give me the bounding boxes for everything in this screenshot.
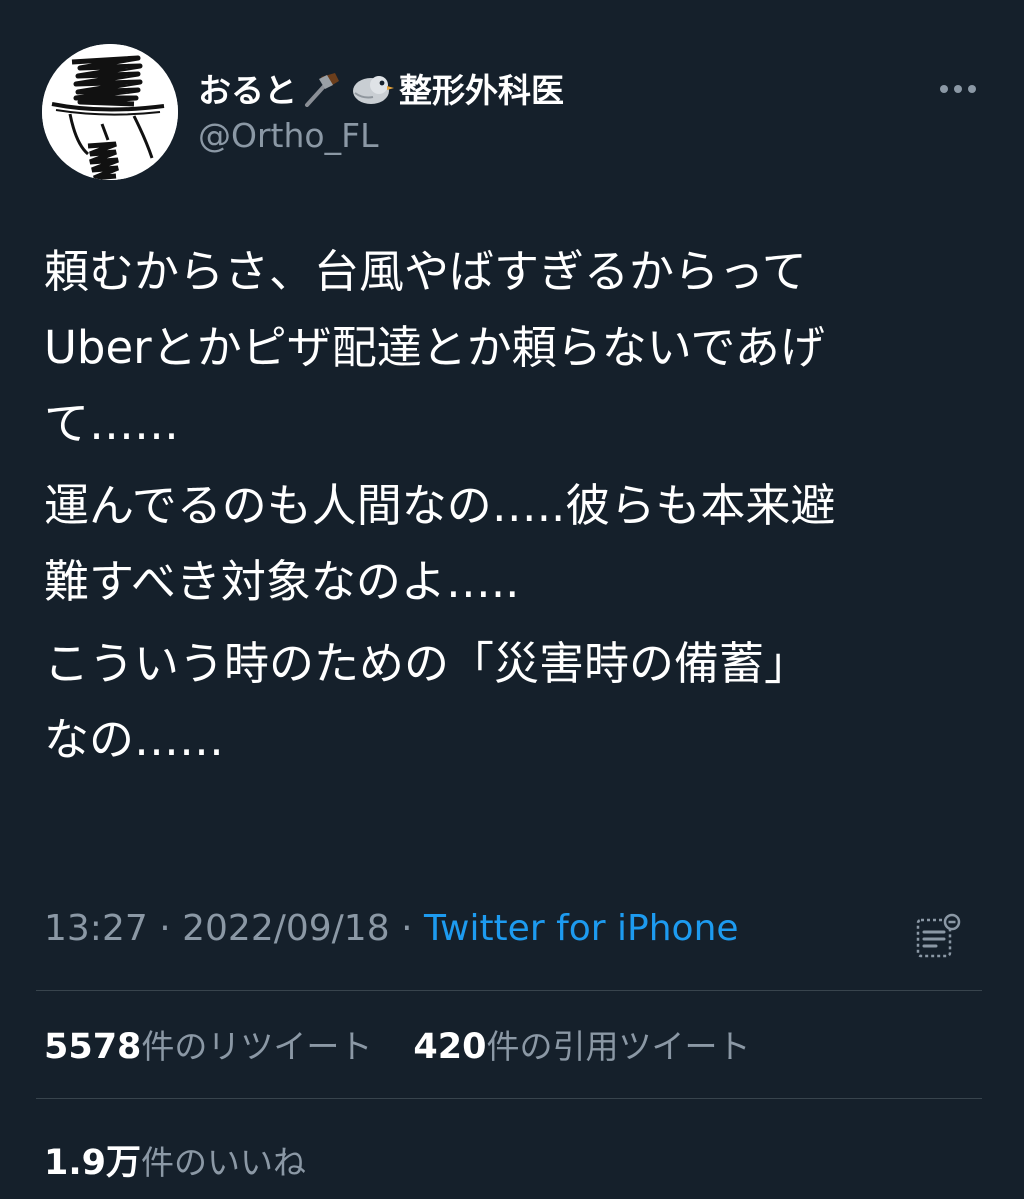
tweet-paragraph: こういう時のための「災害時の備蓄」 なの…… xyxy=(44,637,810,766)
author-handle[interactable]: @Ortho_FL xyxy=(198,116,378,155)
analytics-icon[interactable] xyxy=(914,912,964,960)
quotes-label: 件の引用ツイート xyxy=(486,1027,751,1066)
likes-link[interactable]: 1.9万件のいいね xyxy=(44,1134,306,1185)
meta-separator: · xyxy=(159,908,171,949)
tweet-date[interactable]: 2022/09/18 xyxy=(182,908,390,949)
retweets-count: 5578 xyxy=(44,1027,142,1067)
avatar-drawing xyxy=(42,44,178,180)
like-stats: 1.9万件のいいね xyxy=(44,1134,306,1185)
quotes-count: 420 xyxy=(413,1027,487,1067)
meta-separator: · xyxy=(401,908,413,949)
tweet-paragraph: 頼むからさ、台風やばすぎるからって Uberとかピザ配達とか頼らないであげ て…… xyxy=(44,245,825,450)
divider xyxy=(36,990,982,991)
tweet-source-link[interactable]: Twitter for iPhone xyxy=(424,908,739,949)
likes-count: 1.9万 xyxy=(44,1143,142,1183)
tweet-time[interactable]: 13:27 xyxy=(44,908,148,949)
likes-label: 件のいいね xyxy=(141,1143,307,1182)
author-name-suffix: 整形外科医 xyxy=(399,71,564,110)
more-icon xyxy=(940,85,976,93)
tweet-meta: 13:27 · 2022/09/18 · Twitter for iPhone xyxy=(44,908,739,949)
bird-emoji-icon xyxy=(349,71,395,115)
author-name-prefix: おると xyxy=(198,71,297,110)
divider xyxy=(36,1098,982,1099)
retweets-link[interactable]: 5578件のリツイート xyxy=(44,1020,372,1068)
more-button[interactable] xyxy=(936,74,980,104)
retweets-label: 件のリツイート xyxy=(141,1027,373,1066)
author-name[interactable]: おると 整形外科医 xyxy=(198,64,564,115)
tweet-detail: おると 整形外科医 @Ortho_FL 頼むからさ、台風やばすぎるからって Ub… xyxy=(0,0,1024,1199)
hammer-emoji-icon xyxy=(301,71,341,115)
quotes-link[interactable]: 420件の引用ツイート xyxy=(413,1020,750,1068)
retweet-stats: 5578件のリツイート 420件の引用ツイート xyxy=(44,1020,750,1068)
tweet-paragraph: 運んでるのも人間なの…..彼らも本来避 難すべき対象なのよ….. xyxy=(44,479,836,608)
tweet-text: 頼むからさ、台風やばすぎるからって Uberとかピザ配達とか頼らないであげ て…… xyxy=(44,234,984,784)
avatar[interactable] xyxy=(42,44,178,180)
